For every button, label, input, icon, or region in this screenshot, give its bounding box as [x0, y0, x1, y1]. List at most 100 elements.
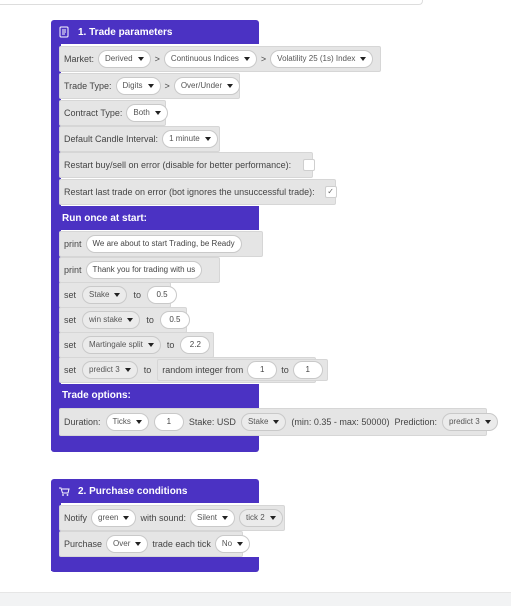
- candle-interval-label: Default Candle Interval:: [64, 133, 159, 144]
- set4-row: set predict 3 to random integer from 1 t…: [64, 358, 328, 381]
- run-once-header: Run once at start:: [62, 206, 147, 230]
- chevron-down-icon: [273, 419, 280, 424]
- notify-color-select[interactable]: green: [91, 508, 137, 527]
- stake-variable-select[interactable]: Stake: [240, 412, 287, 431]
- set1-variable-select[interactable]: Stake: [82, 285, 128, 304]
- purchase-type-value: Over: [113, 539, 131, 548]
- trade-type-category-select[interactable]: Digits: [115, 76, 161, 95]
- purchase-conditions-header: 2. Purchase conditions: [58, 479, 187, 503]
- chevron-down-icon: [484, 419, 491, 424]
- purchase-type-select[interactable]: Over: [106, 534, 149, 553]
- separator: >: [260, 53, 267, 64]
- set-keyword: set: [64, 314, 77, 325]
- contract-type-label: Contract Type:: [64, 107, 123, 118]
- chevron-down-icon: [123, 515, 130, 520]
- to-keyword: to: [133, 289, 141, 300]
- restart-error-label: Restart buy/sell on error (disable for b…: [64, 159, 292, 170]
- candle-interval-row: Default Candle Interval: 1 minute: [64, 129, 218, 148]
- set2-variable: win stake: [89, 315, 123, 324]
- chevron-down-icon: [114, 292, 121, 297]
- print2-text[interactable]: Thank you for trading with us: [85, 260, 203, 279]
- prediction-variable: predict 3: [448, 417, 480, 426]
- set-keyword: set: [64, 364, 77, 375]
- tick-variable: tick 2: [246, 513, 265, 522]
- random-from-value[interactable]: 1: [247, 360, 278, 379]
- random-to-value[interactable]: 1: [292, 360, 323, 379]
- stake-range-text: (min: 0.35 - max: 50000): [291, 416, 390, 427]
- cart-icon: [58, 485, 70, 497]
- candle-interval-select[interactable]: 1 minute: [162, 129, 218, 148]
- trade-each-tick-label: trade each tick: [152, 538, 211, 549]
- set2-variable-select[interactable]: win stake: [82, 310, 141, 329]
- restart-last-trade-checkbox[interactable]: ✓: [324, 185, 337, 198]
- chevron-down-icon: [127, 317, 134, 322]
- purchase-keyword: Purchase: [64, 538, 103, 549]
- symbol-select[interactable]: Volatility 25 (1s) Index: [270, 49, 374, 68]
- bottom-toolbar-strip: [0, 592, 511, 606]
- to-keyword: to: [146, 314, 154, 325]
- submarket-select[interactable]: Continuous Indices: [163, 49, 257, 68]
- set3-row: set Martingale split to 2.2: [64, 335, 211, 354]
- sound-value: Silent: [197, 513, 218, 522]
- trade-each-tick-select[interactable]: No: [214, 534, 251, 553]
- set4-variable-select[interactable]: predict 3: [82, 360, 138, 379]
- random-integer-block[interactable]: random integer from 1 to 1: [157, 358, 328, 381]
- notify-keyword: Notify: [64, 512, 88, 523]
- chevron-down-icon: [147, 342, 154, 347]
- run-once-title: Run once at start:: [62, 212, 148, 224]
- trade-options-row: Duration: Ticks 1 Stake: USD Stake (min:…: [64, 412, 498, 431]
- chevron-down-icon: [222, 515, 229, 520]
- set1-row: set Stake to 0.5: [64, 285, 177, 304]
- sound-select[interactable]: Silent: [190, 508, 236, 527]
- chevron-down-icon: [237, 541, 244, 546]
- restart-last-trade-label: Restart last trade on error (bot ignores…: [64, 186, 315, 197]
- contract-type-select[interactable]: Both: [126, 103, 168, 122]
- set2-value[interactable]: 0.5: [159, 310, 190, 329]
- set3-value[interactable]: 2.2: [180, 335, 211, 354]
- market-row: Market: Derived > Continuous Indices > V…: [64, 49, 374, 68]
- duration-value[interactable]: 1: [153, 412, 184, 431]
- chevron-down-icon: [269, 515, 276, 520]
- duration-label: Duration:: [64, 416, 101, 427]
- set1-variable: Stake: [89, 290, 110, 299]
- contract-type-row: Contract Type: Both: [64, 103, 168, 122]
- top-panel-edge: [0, 0, 423, 5]
- set-keyword: set: [64, 289, 77, 300]
- trade-options-title: Trade options:: [62, 389, 131, 401]
- set3-variable-select[interactable]: Martingale split: [82, 335, 161, 354]
- purchase-row: Purchase Over trade each tick No: [64, 534, 251, 553]
- trade-type-value: Over/Under: [180, 81, 223, 90]
- chevron-down-icon: [135, 541, 142, 546]
- symbol-value: Volatility 25 (1s) Index: [277, 54, 356, 63]
- to-keyword: to: [143, 364, 152, 375]
- duration-unit-select[interactable]: Ticks: [105, 412, 149, 431]
- chevron-down-icon: [154, 110, 161, 115]
- print-keyword: print: [64, 264, 82, 275]
- trade-parameters-header: 1. Trade parameters: [58, 20, 173, 44]
- block-footer-bg: [51, 434, 259, 452]
- print1-text[interactable]: We are about to start Trading, be Ready: [85, 234, 242, 253]
- block-title: 1. Trade parameters: [78, 26, 173, 38]
- set1-value[interactable]: 0.5: [147, 285, 177, 304]
- chevron-down-icon: [360, 56, 367, 61]
- duration-unit-value: Ticks: [112, 417, 131, 426]
- block-footer-bg: [51, 557, 259, 572]
- prediction-variable-select[interactable]: predict 3: [441, 412, 498, 431]
- random-integer-label: random integer from: [162, 364, 244, 375]
- chevron-down-icon: [137, 56, 144, 61]
- chevron-down-icon: [147, 83, 154, 88]
- set3-variable: Martingale split: [89, 340, 143, 349]
- trade-type-select[interactable]: Over/Under: [173, 76, 241, 95]
- chevron-down-icon: [204, 136, 211, 141]
- sound-label: with sound:: [140, 512, 187, 523]
- tick-variable-select[interactable]: tick 2: [239, 508, 283, 527]
- separator: >: [164, 80, 170, 91]
- to-keyword: to: [166, 339, 175, 350]
- contract-type-value: Both: [133, 108, 150, 117]
- trade-options-header: Trade options:: [62, 384, 131, 406]
- restart-error-checkbox[interactable]: [303, 158, 316, 171]
- print2-row: print Thank you for trading with us: [64, 260, 203, 279]
- market-label: Market:: [64, 53, 95, 64]
- market-select[interactable]: Derived: [98, 49, 151, 68]
- notify-color-value: green: [98, 513, 119, 522]
